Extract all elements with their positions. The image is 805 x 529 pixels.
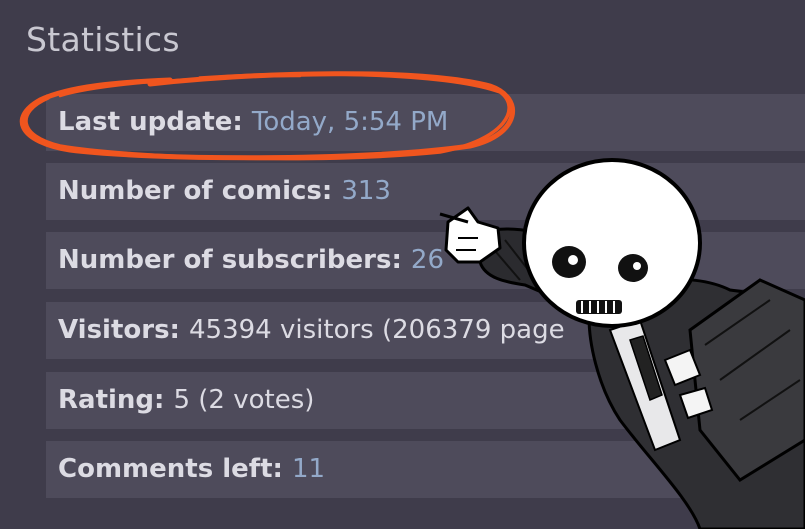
- comments-label: Comments left:: [58, 454, 292, 484]
- comments-value[interactable]: 11: [292, 454, 325, 484]
- subscribers-label: Number of subscribers:: [58, 245, 411, 275]
- stat-row-comics: Number of comics: 313: [46, 163, 805, 220]
- visitors-value: 45394 visitors (206379 page: [189, 315, 565, 345]
- comics-count-label: Number of comics:: [58, 176, 342, 206]
- comics-count-value[interactable]: 313: [341, 176, 391, 206]
- stat-row-comments: Comments left: 11: [46, 441, 805, 498]
- statistics-title: Statistics: [26, 20, 180, 59]
- rating-label: Rating:: [58, 385, 174, 415]
- stat-row-rating: Rating: 5 (2 votes): [46, 372, 805, 429]
- stat-row-visitors: Visitors: 45394 visitors (206379 page: [46, 302, 805, 359]
- subscribers-value[interactable]: 26: [411, 245, 444, 275]
- last-update-label: Last update:: [58, 107, 252, 137]
- stat-row-last-update: Last update: Today, 5:54 PM: [46, 94, 805, 151]
- stat-row-subscribers: Number of subscribers: 26: [46, 232, 805, 289]
- visitors-label: Visitors:: [58, 315, 190, 345]
- rating-value: 5 (2 votes): [173, 385, 315, 415]
- last-update-value: Today, 5:54 PM: [251, 107, 449, 137]
